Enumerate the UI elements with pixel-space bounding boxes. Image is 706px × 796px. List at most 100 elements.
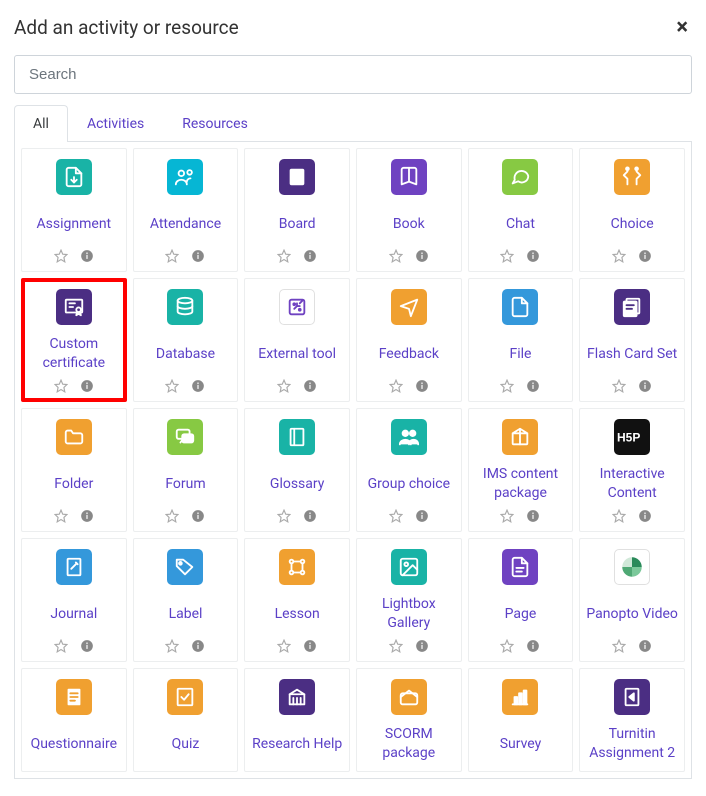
star-icon[interactable] — [612, 639, 626, 653]
info-icon[interactable] — [191, 379, 205, 393]
activity-card-file[interactable]: File — [468, 278, 574, 402]
close-button[interactable]: × — [672, 17, 692, 39]
activity-card-glossary[interactable]: Glossary — [244, 408, 350, 532]
activity-card-journal[interactable]: Journal — [21, 538, 127, 662]
info-icon[interactable] — [303, 509, 317, 523]
search-input[interactable] — [14, 55, 692, 94]
info-icon[interactable] — [526, 509, 540, 523]
activity-card-chat[interactable]: Chat — [468, 148, 574, 272]
activity-card-scorm[interactable]: SCORM package — [356, 668, 462, 772]
star-icon[interactable] — [277, 249, 291, 263]
database-icon — [167, 289, 203, 325]
journal-icon — [56, 549, 92, 585]
star-icon[interactable] — [165, 639, 179, 653]
info-icon[interactable] — [415, 379, 429, 393]
label-icon — [167, 549, 203, 585]
activity-card-certificate[interactable]: Custom certificate — [21, 278, 127, 402]
tab-activities[interactable]: Activities — [68, 105, 163, 142]
info-icon[interactable] — [526, 379, 540, 393]
info-icon[interactable] — [415, 639, 429, 653]
info-icon[interactable] — [303, 249, 317, 263]
star-icon[interactable] — [500, 249, 514, 263]
activity-card-research[interactable]: Research Help — [244, 668, 350, 772]
star-icon[interactable] — [277, 509, 291, 523]
activity-card-flashcard[interactable]: Flash Card Set — [579, 278, 685, 402]
activity-grid: AssignmentAttendanceBoardBookChatChoice C… — [14, 141, 692, 779]
star-icon[interactable] — [165, 379, 179, 393]
star-icon[interactable] — [612, 249, 626, 263]
star-icon[interactable] — [165, 249, 179, 263]
activity-card-assignment[interactable]: Assignment — [21, 148, 127, 272]
info-icon[interactable] — [638, 639, 652, 653]
activity-card-page[interactable]: Page — [468, 538, 574, 662]
info-icon[interactable] — [80, 639, 94, 653]
card-actions — [54, 379, 94, 393]
activity-card-lightbox[interactable]: Lightbox Gallery — [356, 538, 462, 662]
activity-card-board[interactable]: Board — [244, 148, 350, 272]
info-icon[interactable] — [526, 249, 540, 263]
activity-card-book[interactable]: Book — [356, 148, 462, 272]
activity-label: Panopto Video — [584, 595, 679, 633]
star-icon[interactable] — [54, 249, 68, 263]
star-icon[interactable] — [54, 509, 68, 523]
activity-card-survey[interactable]: Survey — [468, 668, 574, 772]
activity-card-group[interactable]: Group choice — [356, 408, 462, 532]
star-icon[interactable] — [389, 249, 403, 263]
info-icon[interactable] — [80, 379, 94, 393]
star-icon[interactable] — [612, 379, 626, 393]
activity-label: Feedback — [377, 335, 441, 373]
info-icon[interactable] — [638, 379, 652, 393]
star-icon[interactable] — [54, 639, 68, 653]
activity-card-turnitin[interactable]: Turnitin Assignment 2 — [579, 668, 685, 772]
attendance-icon — [167, 159, 203, 195]
info-icon[interactable] — [191, 249, 205, 263]
activity-card-forum[interactable]: Forum — [133, 408, 239, 532]
activity-card-lesson[interactable]: Lesson — [244, 538, 350, 662]
info-icon[interactable] — [638, 509, 652, 523]
activity-card-database[interactable]: Database — [133, 278, 239, 402]
lightbox-icon — [391, 549, 427, 585]
activity-label: Journal — [48, 595, 99, 633]
info-icon[interactable] — [415, 249, 429, 263]
info-icon[interactable] — [191, 639, 205, 653]
star-icon[interactable] — [277, 639, 291, 653]
tab-all[interactable]: All — [14, 105, 68, 142]
star-icon[interactable] — [389, 639, 403, 653]
activity-card-questionnaire[interactable]: Questionnaire — [21, 668, 127, 772]
activity-card-h5p[interactable]: H5PInteractive Content — [579, 408, 685, 532]
activity-card-external[interactable]: External tool — [244, 278, 350, 402]
info-icon[interactable] — [303, 379, 317, 393]
info-icon[interactable] — [80, 509, 94, 523]
info-icon[interactable] — [191, 509, 205, 523]
activity-card-choice[interactable]: Choice — [579, 148, 685, 272]
card-actions — [612, 639, 652, 653]
star-icon[interactable] — [612, 509, 626, 523]
activity-card-quiz[interactable]: Quiz — [133, 668, 239, 772]
modal-title: Add an activity or resource — [14, 16, 239, 39]
activity-card-panopto[interactable]: Panopto Video — [579, 538, 685, 662]
card-actions — [612, 249, 652, 263]
info-icon[interactable] — [526, 639, 540, 653]
star-icon[interactable] — [54, 379, 68, 393]
star-icon[interactable] — [277, 379, 291, 393]
info-icon[interactable] — [415, 509, 429, 523]
group-icon — [391, 419, 427, 455]
info-icon[interactable] — [80, 249, 94, 263]
tab-resources[interactable]: Resources — [163, 105, 267, 142]
star-icon[interactable] — [389, 509, 403, 523]
star-icon[interactable] — [389, 379, 403, 393]
info-icon[interactable] — [638, 249, 652, 263]
activity-card-folder[interactable]: Folder — [21, 408, 127, 532]
activity-card-label[interactable]: Label — [133, 538, 239, 662]
file-icon — [502, 289, 538, 325]
activity-card-attendance[interactable]: Attendance — [133, 148, 239, 272]
activity-card-feedback[interactable]: Feedback — [356, 278, 462, 402]
star-icon[interactable] — [165, 509, 179, 523]
star-icon[interactable] — [500, 509, 514, 523]
info-icon[interactable] — [303, 639, 317, 653]
activity-card-ims[interactable]: IMS content package — [468, 408, 574, 532]
activity-label: Quiz — [170, 725, 202, 763]
star-icon[interactable] — [500, 379, 514, 393]
card-actions — [277, 639, 317, 653]
star-icon[interactable] — [500, 639, 514, 653]
